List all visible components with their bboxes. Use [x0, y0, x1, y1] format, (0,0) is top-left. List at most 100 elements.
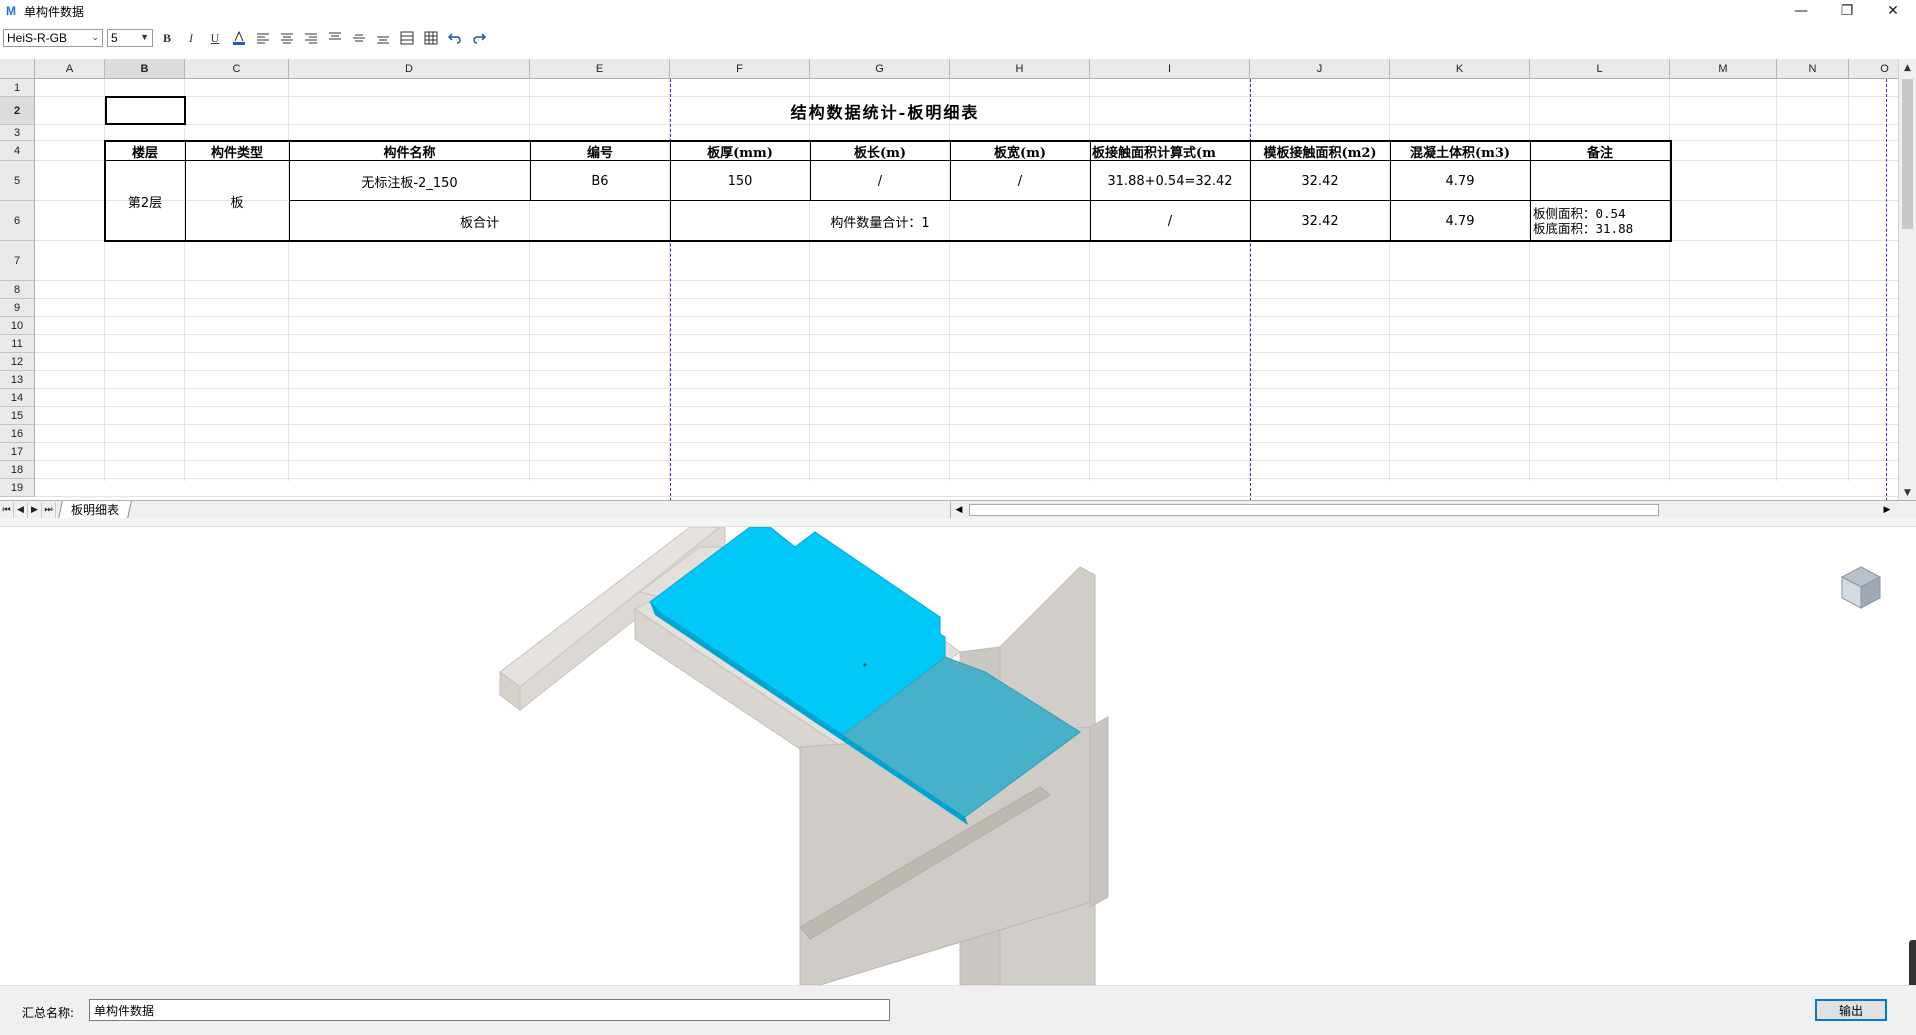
- row-header-9[interactable]: 9: [0, 299, 35, 317]
- row-header-12[interactable]: 12: [0, 353, 35, 371]
- cell-remark[interactable]: [1530, 161, 1670, 201]
- row-header-15[interactable]: 15: [0, 407, 35, 425]
- cell-subtotal-label[interactable]: 板合计: [289, 201, 670, 241]
- cell-length[interactable]: /: [810, 161, 950, 201]
- gridline: [35, 388, 1898, 389]
- column-header-e[interactable]: E: [530, 59, 670, 79]
- column-header-m[interactable]: M: [1670, 59, 1777, 79]
- row-header-2[interactable]: 2: [0, 97, 35, 125]
- cell-subtotal-formula[interactable]: /: [1090, 201, 1250, 241]
- column-header-a[interactable]: A: [35, 59, 105, 79]
- splitter[interactable]: [0, 518, 1916, 527]
- summary-name-input[interactable]: 单构件数据: [89, 999, 890, 1021]
- align-top-button[interactable]: [325, 28, 345, 48]
- spreadsheet-grid[interactable]: ABCDEFGHIJKLMNO 1 2 3 4 5 6 7 8 9 10 11 12 13 14 15 16 1…: [0, 59, 1916, 501]
- cell-subtotal-formwork-area[interactable]: 32.42: [1250, 201, 1390, 241]
- next-sheet-button[interactable]: ▶: [28, 501, 42, 518]
- bold-button[interactable]: B: [157, 28, 177, 48]
- first-sheet-button[interactable]: ⏮: [0, 501, 14, 518]
- summary-name-label: 汇总名称:: [22, 1006, 75, 1020]
- font-size-select[interactable]: 5 ▼: [107, 29, 153, 47]
- cell-name[interactable]: 无标注板-2_150: [289, 161, 530, 201]
- row-header-8[interactable]: 8: [0, 281, 35, 299]
- italic-button[interactable]: I: [181, 28, 201, 48]
- cell-width[interactable]: /: [950, 161, 1090, 201]
- column-header-g[interactable]: G: [810, 59, 950, 79]
- scroll-right-icon[interactable]: ▶: [1879, 502, 1895, 518]
- column-header-l[interactable]: L: [1530, 59, 1670, 79]
- underline-button[interactable]: U: [205, 28, 225, 48]
- sheet-tab-active[interactable]: 板明细表: [58, 501, 132, 518]
- app-logo-icon: M: [6, 4, 16, 18]
- select-all-corner[interactable]: [0, 59, 35, 79]
- row-header-11[interactable]: 11: [0, 335, 35, 353]
- column-header-f[interactable]: F: [670, 59, 810, 79]
- vertical-scrollbar[interactable]: ▲ ▼: [1898, 59, 1916, 501]
- borders-button[interactable]: [421, 28, 441, 48]
- cell-subtotal-remark[interactable]: 板侧面积：0.54 板底面积：31.88: [1530, 201, 1670, 241]
- row-header-1[interactable]: 1: [0, 79, 35, 97]
- cell-count-total[interactable]: 构件数量合计：1: [670, 201, 1090, 241]
- minimize-button[interactable]: —: [1778, 0, 1824, 22]
- prev-sheet-button[interactable]: ◀: [14, 501, 28, 518]
- row-header-5[interactable]: 5: [0, 161, 35, 201]
- table-border: [104, 140, 106, 242]
- cell-thickness[interactable]: 150: [670, 161, 810, 201]
- gridline: [35, 424, 1898, 425]
- align-bottom-button[interactable]: [373, 28, 393, 48]
- close-button[interactable]: ✕: [1870, 0, 1916, 22]
- row-header-3[interactable]: 3: [0, 125, 35, 141]
- merge-cells-button[interactable]: [397, 28, 417, 48]
- header-formula: 板接触面积计算式(m: [1092, 145, 1216, 161]
- undo-button[interactable]: [445, 28, 465, 48]
- cell-type[interactable]: 板: [185, 161, 289, 241]
- column-header-j[interactable]: J: [1250, 59, 1390, 79]
- row-header-6[interactable]: 6: [0, 201, 35, 241]
- row-header-17[interactable]: 17: [0, 443, 35, 461]
- cell-formula[interactable]: 31.88+0.54=32.42: [1090, 161, 1250, 201]
- horizontal-scroll-thumb[interactable]: [969, 504, 1659, 516]
- export-button[interactable]: 输出: [1815, 999, 1887, 1021]
- merge-cells-icon: [400, 31, 414, 45]
- cell-formwork-area[interactable]: 32.42: [1250, 161, 1390, 201]
- cell-volume[interactable]: 4.79: [1390, 161, 1530, 201]
- restore-button[interactable]: ❐: [1824, 0, 1870, 22]
- view-cube-icon[interactable]: [1838, 564, 1884, 613]
- align-middle-button[interactable]: [349, 28, 369, 48]
- table-border: [104, 240, 1672, 242]
- align-left-button[interactable]: [253, 28, 273, 48]
- row-header-7[interactable]: 7: [0, 241, 35, 281]
- last-sheet-button[interactable]: ⏭: [42, 501, 56, 518]
- scroll-left-icon[interactable]: ◀: [951, 502, 967, 518]
- active-cell-b2[interactable]: [105, 96, 186, 125]
- row-header-14[interactable]: 14: [0, 389, 35, 407]
- font-color-button[interactable]: [229, 28, 249, 48]
- cell-floor[interactable]: 第2层: [105, 161, 185, 241]
- align-center-button[interactable]: [277, 28, 297, 48]
- column-header-n[interactable]: N: [1777, 59, 1849, 79]
- cell-subtotal-volume[interactable]: 4.79: [1390, 201, 1530, 241]
- font-family-select[interactable]: HeiS-R-GB ⌄: [3, 29, 103, 47]
- redo-button[interactable]: [469, 28, 489, 48]
- column-header-i[interactable]: I: [1090, 59, 1250, 79]
- row-header-13[interactable]: 13: [0, 371, 35, 389]
- scroll-up-icon[interactable]: ▲: [1899, 59, 1916, 76]
- row-header-16[interactable]: 16: [0, 425, 35, 443]
- 3d-view-canvas[interactable]: [0, 527, 1916, 985]
- column-header-d[interactable]: D: [289, 59, 530, 79]
- row-header-18[interactable]: 18: [0, 461, 35, 479]
- horizontal-scrollbar[interactable]: ◀ ▶: [950, 502, 1896, 518]
- row-header-19[interactable]: 19: [0, 479, 35, 497]
- scroll-down-icon[interactable]: ▼: [1899, 484, 1916, 501]
- scroll-thumb[interactable]: [1902, 79, 1913, 229]
- remark-bottom-area: 板底面积：31.88: [1533, 221, 1634, 236]
- row-header-4[interactable]: 4: [0, 141, 35, 161]
- table-border: [289, 140, 290, 242]
- column-header-k[interactable]: K: [1390, 59, 1530, 79]
- align-right-button[interactable]: [301, 28, 321, 48]
- column-header-b[interactable]: B: [105, 59, 185, 79]
- column-header-c[interactable]: C: [185, 59, 289, 79]
- row-header-10[interactable]: 10: [0, 317, 35, 335]
- cell-code[interactable]: B6: [530, 161, 670, 201]
- column-header-h[interactable]: H: [950, 59, 1090, 79]
